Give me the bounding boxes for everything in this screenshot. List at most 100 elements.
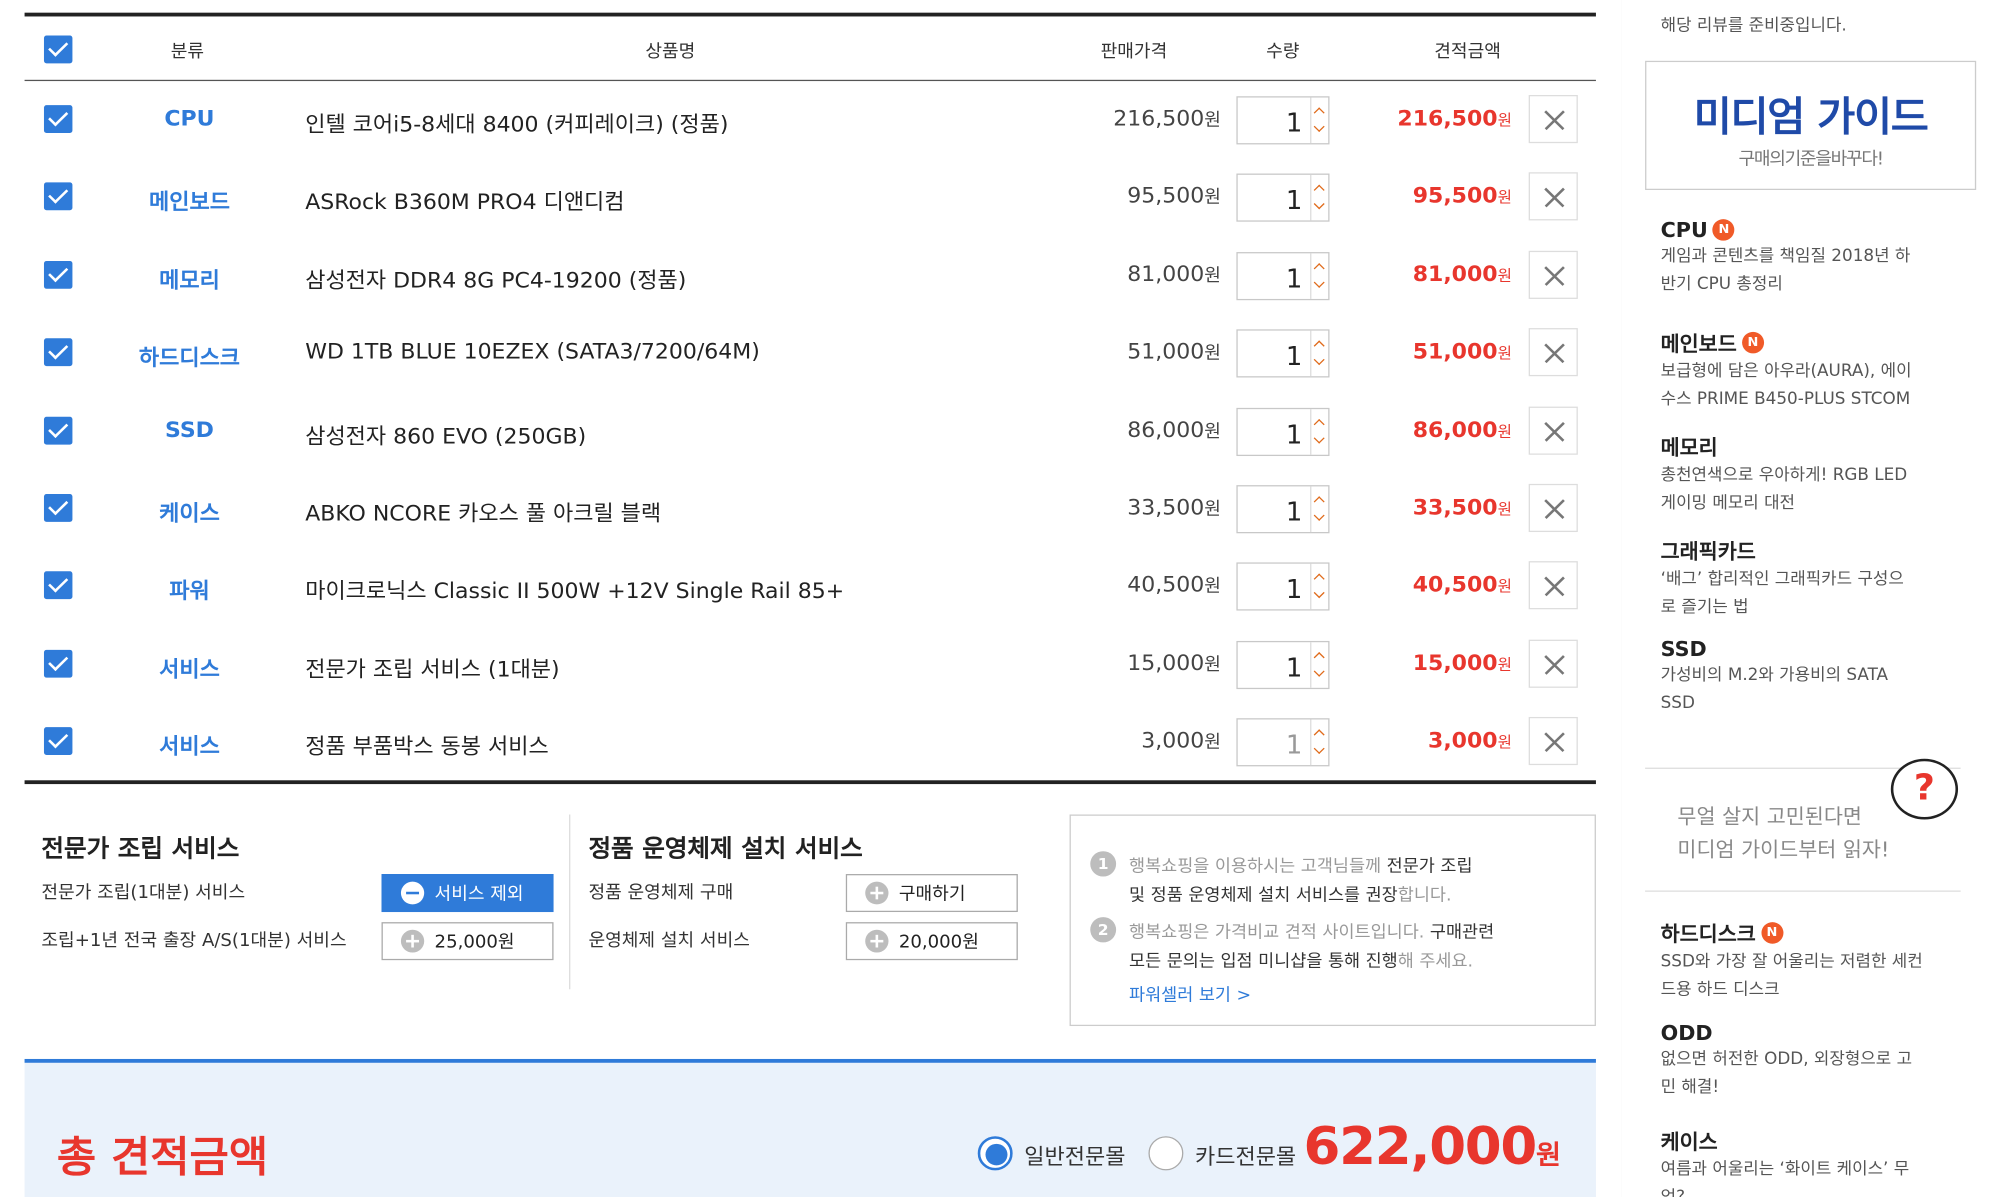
- stepper-arrows[interactable]: [1310, 486, 1328, 533]
- row-category[interactable]: 메인보드: [102, 184, 277, 215]
- chevron-down-icon[interactable]: [1313, 276, 1325, 288]
- delete-row-button[interactable]: [1528, 328, 1578, 377]
- guide-question-banner[interactable]: 무얼 살지 고민된다면 미디엄 가이드부터 읽자! ?: [1645, 758, 1961, 892]
- card-mall-radio[interactable]: [1148, 1136, 1184, 1171]
- chevron-up-icon[interactable]: [1313, 496, 1325, 507]
- row-category[interactable]: 서비스: [102, 651, 277, 682]
- chevron-up-icon[interactable]: [1313, 340, 1325, 352]
- chevron-down-icon[interactable]: [1313, 121, 1325, 133]
- quantity-value[interactable]: 1: [1238, 263, 1302, 293]
- guide-article-item[interactable]: CPU N 게임과 콘텐츠를 책임질 2018년 하 반기 CPU 총정리: [1661, 218, 1971, 299]
- quantity-stepper[interactable]: 1: [1236, 96, 1330, 145]
- row-product-name[interactable]: 삼성전자 860 EVO (250GB): [305, 417, 586, 449]
- row-product-name[interactable]: 정품 부품박스 동봉 서비스: [305, 729, 548, 760]
- chevron-down-icon[interactable]: [1313, 743, 1325, 755]
- as-service-button[interactable]: 25,000원: [381, 922, 554, 961]
- chevron-down-icon[interactable]: [1313, 665, 1325, 677]
- chevron-up-icon[interactable]: [1313, 729, 1325, 741]
- guide-article-item[interactable]: 메인보드 N 보급형에 담은 아우라(AURA), 에이 수스 PRIME B450-…: [1661, 327, 1971, 414]
- row-checkbox[interactable]: [43, 338, 73, 367]
- quantity-value[interactable]: 1: [1238, 574, 1302, 604]
- delete-row-button[interactable]: [1528, 717, 1578, 766]
- row-checkbox[interactable]: [43, 260, 73, 289]
- stepper-arrows[interactable]: [1310, 253, 1328, 299]
- row-product-name[interactable]: ABKO NCORE 카오스 풀 아크릴 블랙: [305, 495, 661, 527]
- exclude-service-button[interactable]: 서비스 제외: [381, 874, 554, 913]
- row-checkbox[interactable]: [43, 182, 73, 211]
- row-category[interactable]: 서비스: [102, 729, 277, 760]
- delete-row-button[interactable]: [1528, 250, 1578, 299]
- chevron-up-icon[interactable]: [1313, 418, 1325, 430]
- quantity-stepper[interactable]: 1: [1236, 329, 1330, 378]
- buy-os-button[interactable]: 구매하기: [845, 874, 1018, 913]
- chevron-up-icon[interactable]: [1313, 574, 1325, 585]
- quantity-stepper[interactable]: 1: [1236, 562, 1330, 612]
- delete-row-button[interactable]: [1528, 561, 1578, 610]
- row-checkbox[interactable]: [43, 494, 73, 522]
- row-category[interactable]: 하드디스크: [102, 340, 277, 371]
- quantity-stepper[interactable]: 1: [1236, 485, 1330, 534]
- row-product-name[interactable]: WD 1TB BLUE 10EZEX (SATA3/7200/64M): [305, 340, 760, 365]
- medium-guide-banner[interactable]: 미디엄 가이드 구매의기준을바꾸다!: [1645, 60, 1977, 191]
- chevron-down-icon[interactable]: [1313, 354, 1325, 366]
- guide-article-item[interactable]: SSD 가성비의 M.2와 가용비의 SATA SSD: [1661, 637, 1971, 718]
- delete-row-button[interactable]: [1528, 639, 1578, 688]
- stepper-arrows[interactable]: [1310, 330, 1328, 377]
- article-category: 그래픽카드: [1660, 539, 1756, 564]
- row-category[interactable]: CPU: [102, 106, 277, 131]
- quantity-value[interactable]: 1: [1238, 419, 1302, 449]
- chevron-down-icon[interactable]: [1313, 199, 1325, 210]
- chevron-down-icon[interactable]: [1313, 432, 1325, 444]
- row-checkbox[interactable]: [43, 727, 73, 756]
- stepper-arrows[interactable]: [1310, 175, 1328, 221]
- quantity-value[interactable]: 1: [1238, 652, 1302, 682]
- quantity-stepper[interactable]: 1: [1236, 251, 1330, 300]
- row-product-name[interactable]: ASRock B360M PRO4 디앤디컴: [305, 184, 624, 215]
- delete-row-button[interactable]: [1528, 95, 1578, 144]
- row-checkbox[interactable]: [43, 105, 73, 134]
- quantity-value[interactable]: 1: [1238, 185, 1302, 215]
- guide-article-item[interactable]: 케이스여름과 어울리는 ‘화이트 케이스’ 무엇?: [1661, 1125, 1971, 1197]
- stepper-arrows[interactable]: [1310, 408, 1328, 455]
- row-category[interactable]: 파워: [102, 573, 277, 604]
- chevron-up-icon[interactable]: [1313, 107, 1325, 119]
- row-checkbox[interactable]: [43, 649, 73, 678]
- chevron-down-icon[interactable]: [1313, 510, 1325, 521]
- quantity-stepper[interactable]: 1: [1236, 174, 1330, 223]
- os-install-button[interactable]: 20,000원: [845, 922, 1018, 961]
- row-category[interactable]: 메모리: [102, 262, 277, 293]
- row-checkbox[interactable]: [43, 571, 73, 600]
- general-mall-radio[interactable]: [977, 1136, 1013, 1171]
- quantity-stepper[interactable]: 1: [1236, 407, 1330, 456]
- delete-row-button[interactable]: [1528, 406, 1578, 455]
- quantity-stepper[interactable]: 1: [1236, 718, 1330, 767]
- stepper-arrows[interactable]: [1310, 564, 1328, 610]
- guide-article-item[interactable]: 메모리 총천연색으로 우아하게! RGB LED 게이밍 메모리 대전: [1661, 431, 1971, 518]
- row-category[interactable]: SSD: [102, 417, 277, 442]
- quantity-value[interactable]: 1: [1238, 341, 1302, 371]
- row-product-name[interactable]: 마이크로닉스 Classic II 500W +12V Single Rail …: [305, 573, 844, 604]
- power-seller-link[interactable]: 파워셀러 보기 >: [1129, 980, 1251, 1005]
- select-all-checkbox[interactable]: [43, 35, 73, 64]
- stepper-arrows[interactable]: [1310, 719, 1328, 766]
- row-checkbox[interactable]: [43, 416, 73, 445]
- delete-row-button[interactable]: [1528, 172, 1578, 221]
- chevron-up-icon[interactable]: [1313, 262, 1325, 274]
- row-product-name[interactable]: 삼성전자 DDR4 8G PC4-19200 (정품): [305, 262, 686, 293]
- chevron-up-icon[interactable]: [1313, 651, 1325, 663]
- guide-article-item[interactable]: 하드디스크 N SSD와 가장 잘 어울리는 저렴한 세컨 드용 하드 디스크: [1661, 917, 1971, 1004]
- quantity-value[interactable]: 1: [1238, 497, 1302, 527]
- quantity-stepper[interactable]: 1: [1236, 640, 1330, 689]
- row-product-name[interactable]: 전문가 조립 서비스 (1대분): [305, 651, 559, 682]
- quantity-value[interactable]: 1: [1238, 730, 1302, 760]
- chevron-down-icon[interactable]: [1313, 587, 1325, 599]
- row-product-name[interactable]: 인텔 코어i5-8세대 8400 (커피레이크) (정품): [305, 106, 728, 138]
- row-category[interactable]: 케이스: [102, 495, 277, 527]
- guide-article-item[interactable]: ODD 없으면 허전한 ODD, 외장형으로 고민 해결!: [1661, 1021, 1971, 1102]
- quantity-value[interactable]: 1: [1238, 108, 1302, 138]
- stepper-arrows[interactable]: [1310, 97, 1328, 144]
- chevron-up-icon[interactable]: [1313, 185, 1325, 196]
- stepper-arrows[interactable]: [1310, 641, 1328, 688]
- guide-article-item[interactable]: 그래픽카드 ‘배그’ 합리적인 그래픽카드 구성으 로 즐기는 법: [1661, 535, 1971, 622]
- delete-row-button[interactable]: [1528, 483, 1578, 533]
